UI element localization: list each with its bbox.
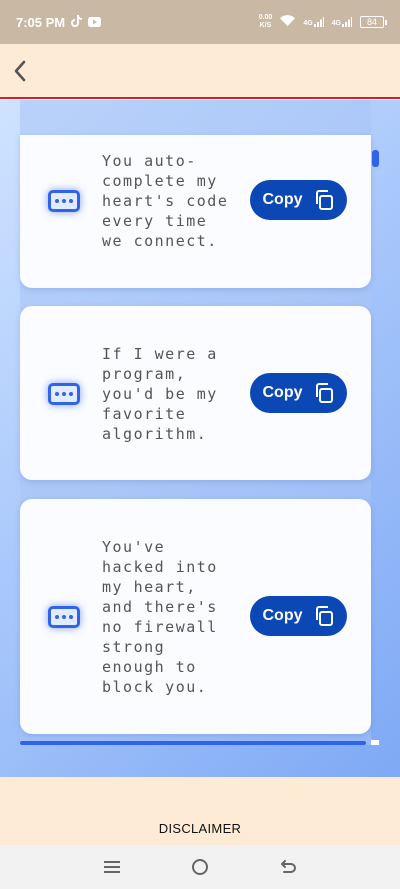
status-left: 7:05 PM [16,14,102,30]
battery-icon: 84 [360,16,387,28]
quote-card: You've hacked into my heart, and there's… [20,499,371,734]
quote-text: You auto-complete my heart's code every … [102,152,229,250]
quote-card: If I were a program, you'd be my favorit… [20,306,371,480]
scrollbar-end [371,740,379,745]
signal-bars-icon [313,17,324,27]
quote-text: You've hacked into my heart, and there's… [102,538,218,696]
copy-button[interactable]: Copy [250,373,347,413]
copy-icon [315,606,333,626]
copy-button[interactable]: Copy [250,596,347,636]
system-nav-bar [0,845,400,889]
signal-bars-icon [342,17,352,27]
status-bar: 7:05 PM 0.00 K/S 4G 4G 84 [0,0,400,44]
copy-icon [315,190,333,210]
status-time: 7:05 PM [16,14,66,30]
tiktok-icon [71,14,83,30]
circle-home-icon [192,859,208,875]
signal-1: 4G [303,17,324,27]
copy-label: Copy [262,191,303,208]
horizontal-scrollbar[interactable] [20,741,366,745]
back-button[interactable] [2,53,38,89]
quote-card: You auto-complete my heart's code every … [20,135,371,288]
back-arrow-icon [281,860,296,873]
quote-text: If I were a program, you'd be my favorit… [102,345,218,443]
disclaimer-link[interactable]: DISCLAIMER [0,821,400,836]
signal-2: 4G [332,17,352,27]
copy-label: Copy [262,384,303,401]
copy-label: Copy [262,607,303,624]
menu-icon [104,861,120,873]
net-speed: 0.00 K/S [258,14,273,29]
chevron-left-icon [14,60,26,81]
app-bar [0,44,400,99]
vertical-scrollbar[interactable] [372,150,379,167]
wifi-icon [280,15,296,29]
recents-button[interactable] [96,851,128,883]
quote-list[interactable]: You auto-complete my heart's code every … [0,100,400,777]
footer: DISCLAIMER [0,777,400,845]
message-dots-icon [48,383,80,405]
message-dots-icon [48,190,80,212]
copy-icon [315,383,333,403]
home-button[interactable] [184,851,216,883]
system-back-button[interactable] [272,851,304,883]
youtube-icon [88,15,102,30]
message-dots-icon [48,606,80,628]
copy-button[interactable]: Copy [250,180,347,220]
status-right: 0.00 K/S 4G 4G 84 [258,14,387,30]
